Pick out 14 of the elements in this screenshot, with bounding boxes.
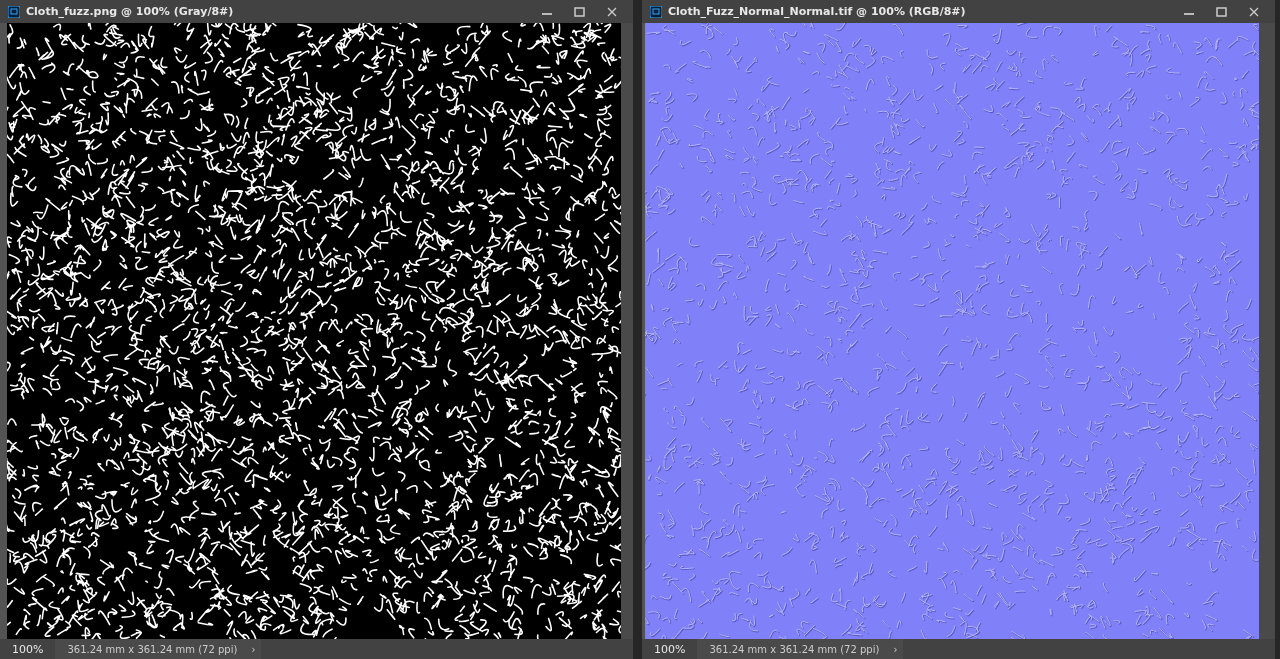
zoom-level: 100% [11, 642, 45, 656]
close-icon[interactable] [607, 6, 617, 17]
app-logo-icon [650, 5, 662, 18]
window-title: Cloth_Fuzz_Normal_Normal.tif @ 100% (RGB/8#) [668, 5, 966, 18]
document-size: 361.24 mm x 361.24 mm (72 ppi) [55, 639, 246, 659]
maximize-icon[interactable] [574, 6, 585, 17]
scrollbar-track[interactable] [1259, 23, 1275, 639]
scrollbar-track[interactable] [621, 23, 633, 639]
window-title: Cloth_fuzz.png @ 100% (Gray/8#) [26, 5, 234, 18]
document-size: 361.24 mm x 361.24 mm (72 ppi) [697, 639, 888, 659]
app-logo-icon [8, 5, 20, 18]
maximize-icon[interactable] [1216, 6, 1227, 17]
zoom-level: 100% [653, 642, 687, 656]
close-icon[interactable] [1249, 6, 1259, 17]
